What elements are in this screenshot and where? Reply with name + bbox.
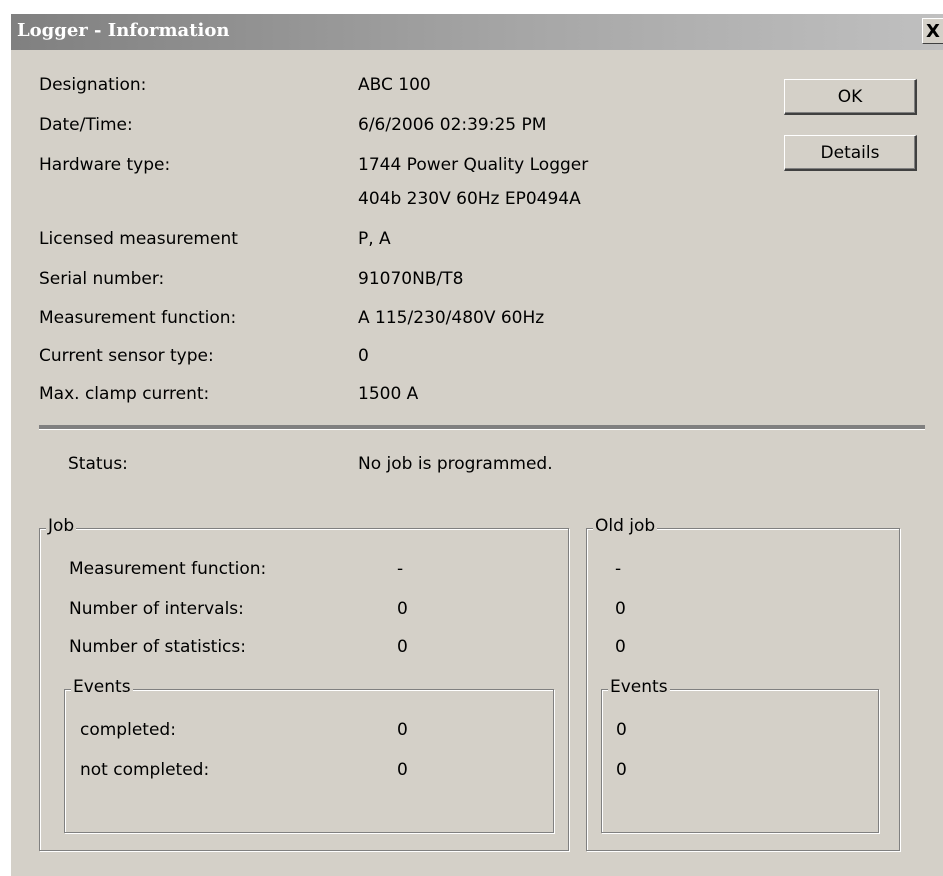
- old-job-group: Old job - 0 0 Events 0 0: [586, 516, 900, 851]
- job-events-not-completed-label: not completed:: [80, 760, 210, 780]
- designation-value: ABC 100: [358, 75, 431, 95]
- old-job-intervals-value: 0: [615, 599, 626, 619]
- status-value: No job is programmed.: [358, 454, 553, 474]
- old-job-events-title: Events: [608, 677, 670, 697]
- job-statistics-label: Number of statistics:: [69, 637, 246, 657]
- job-events-completed-label: completed:: [80, 720, 176, 740]
- job-group-title: Job: [46, 516, 77, 536]
- serial-number-label: Serial number:: [39, 269, 165, 289]
- job-group: Job Measurement function: - Number of in…: [39, 516, 569, 851]
- current-sensor-type-label: Current sensor type:: [39, 346, 214, 366]
- old-job-measurement-function-value: -: [615, 559, 622, 579]
- job-measurement-function-value: -: [397, 559, 404, 579]
- datetime-label: Date/Time:: [39, 115, 133, 135]
- details-button[interactable]: Details: [784, 135, 917, 171]
- title-bar[interactable]: Logger - Information X: [11, 14, 943, 50]
- old-job-statistics-value: 0: [615, 637, 626, 657]
- job-events-completed-value: 0: [397, 720, 408, 740]
- job-intervals-label: Number of intervals:: [69, 599, 244, 619]
- close-icon: X: [926, 20, 940, 42]
- window-title: Logger - Information: [17, 20, 230, 41]
- serial-number-value: 91070NB/T8: [358, 269, 464, 289]
- separator: [39, 425, 925, 430]
- max-clamp-current-value: 1500 A: [358, 384, 419, 404]
- designation-label: Designation:: [39, 75, 147, 95]
- job-events-group: Events completed: 0 not completed: 0: [64, 677, 554, 833]
- job-events-not-completed-value: 0: [397, 760, 408, 780]
- job-events-title: Events: [71, 677, 133, 697]
- old-job-group-title: Old job: [593, 516, 658, 536]
- old-job-events-group: Events 0 0: [601, 677, 879, 833]
- ok-button[interactable]: OK: [784, 79, 917, 115]
- job-intervals-value: 0: [397, 599, 408, 619]
- old-job-events-completed-value: 0: [616, 720, 627, 740]
- current-sensor-type-value: 0: [358, 346, 369, 366]
- licensed-measurement-value: P, A: [358, 229, 391, 249]
- status-label: Status:: [68, 454, 128, 474]
- max-clamp-current-label: Max. clamp current:: [39, 384, 210, 404]
- measurement-function-value: A 115/230/480V 60Hz: [358, 308, 545, 328]
- job-measurement-function-label: Measurement function:: [69, 559, 267, 579]
- licensed-measurement-label: Licensed measurement: [39, 229, 238, 249]
- job-statistics-value: 0: [397, 637, 408, 657]
- old-job-events-not-completed-value: 0: [616, 760, 627, 780]
- measurement-function-label: Measurement function:: [39, 308, 237, 328]
- hardware-type-label: Hardware type:: [39, 155, 171, 175]
- close-button[interactable]: X: [922, 18, 943, 44]
- datetime-value: 6/6/2006 02:39:25 PM: [358, 115, 547, 135]
- hardware-type-value: 1744 Power Quality Logger: [358, 155, 589, 175]
- hardware-type-value-line2: 404b 230V 60Hz EP0494A: [358, 189, 581, 209]
- logger-information-dialog: Logger - Information X Designation: ABC …: [10, 14, 943, 876]
